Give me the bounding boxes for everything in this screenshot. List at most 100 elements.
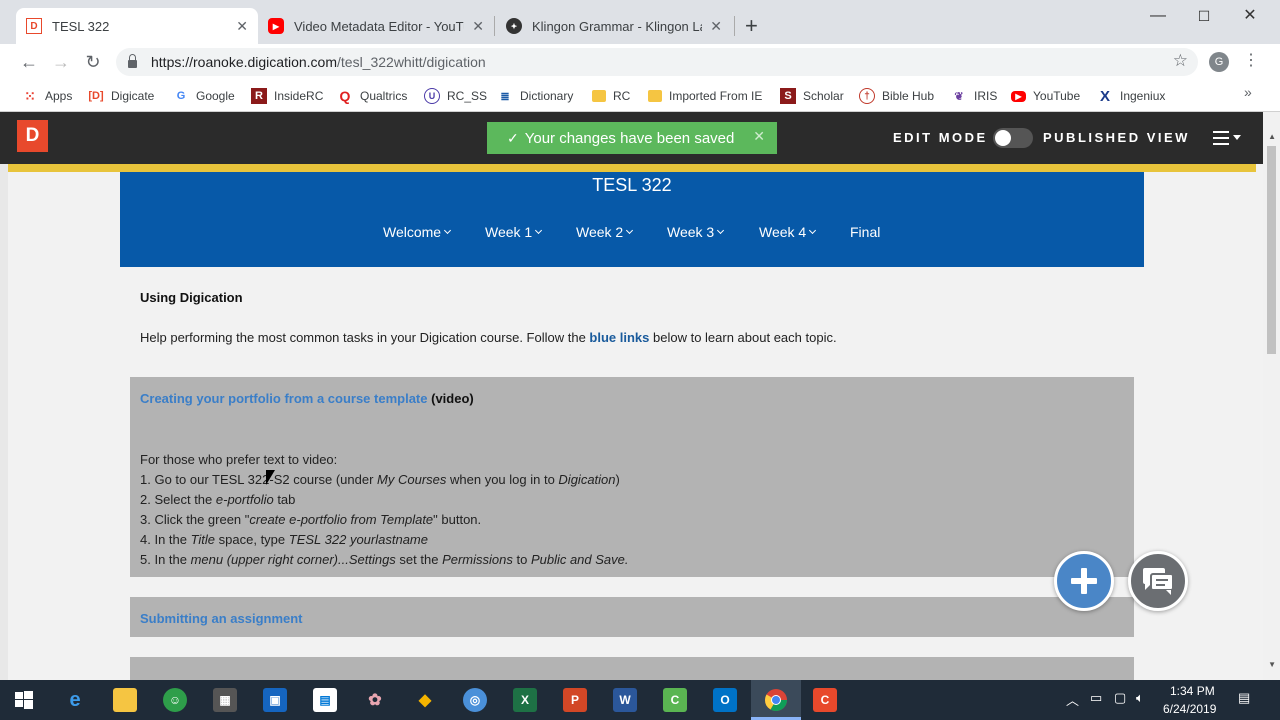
- windows-taskbar: e ☺ ▦ ▣ ▤ ✿ ◆ ◎ X P W C O C ︿ ▭ ▢ 🔈︎ 1:3…: [0, 680, 1280, 720]
- bookmark-bible-hub[interactable]: † Bible Hub: [859, 86, 934, 106]
- tab-title: TESL 322: [52, 18, 110, 34]
- app-icon[interactable]: ◆: [413, 688, 437, 712]
- chevron-down-icon: [444, 226, 452, 234]
- calculator-icon[interactable]: ▦: [213, 688, 237, 712]
- nav-welcome[interactable]: Welcome: [383, 224, 452, 240]
- folder-icon: [648, 90, 662, 102]
- powerpoint-icon[interactable]: P: [563, 688, 587, 712]
- bookmark-insiderc[interactable]: R InsideRC: [251, 86, 323, 106]
- bookmark-imported-from-ie[interactable]: Imported From IE: [648, 86, 762, 106]
- bookmark-rc-folder[interactable]: RC: [592, 86, 630, 106]
- klingon-icon: ✦: [506, 18, 522, 34]
- close-tab-icon[interactable]: ✕: [236, 18, 248, 35]
- step-3: 3. Click the green "create e-portfolio f…: [140, 512, 482, 527]
- bookmark-scholar[interactable]: S Scholar: [780, 86, 844, 106]
- more-bookmarks-icon[interactable]: »: [1244, 84, 1252, 100]
- nav-week-3[interactable]: Week 3: [667, 224, 725, 240]
- store-icon[interactable]: ▤: [313, 688, 337, 712]
- bookmark-rc-ss[interactable]: U RC_SS: [424, 86, 487, 106]
- hamburger-menu-icon[interactable]: [1213, 128, 1243, 148]
- word-icon[interactable]: W: [613, 688, 637, 712]
- close-tab-icon[interactable]: ✕: [710, 18, 722, 35]
- nav-week-1[interactable]: Week 1: [485, 224, 543, 240]
- profile-avatar[interactable]: G: [1209, 52, 1229, 72]
- camtasia-recorder-icon[interactable]: C: [813, 688, 837, 712]
- outlook-icon[interactable]: O: [713, 688, 737, 712]
- chrome-menu-icon[interactable]: ⋮: [1243, 50, 1259, 70]
- create-portfolio-link[interactable]: Creating your portfolio from a course te…: [140, 391, 428, 406]
- page-scrollbar[interactable]: ▲ ▼: [1263, 112, 1280, 680]
- tab-video-metadata-editor[interactable]: ▶ Video Metadata Editor - YouTube ✕: [258, 8, 494, 44]
- bookmark-apps[interactable]: ⁙ Apps: [22, 86, 72, 106]
- mode-toggle[interactable]: [993, 128, 1033, 148]
- nav-final[interactable]: Final: [850, 224, 880, 240]
- paint-icon[interactable]: ✿: [363, 688, 387, 712]
- excel-icon[interactable]: X: [513, 688, 537, 712]
- bookmark-label: IRIS: [974, 89, 998, 103]
- camtasia-icon[interactable]: C: [663, 688, 687, 712]
- nav-label: Week 1: [485, 224, 533, 240]
- bookmark-label: Digicate: [111, 89, 155, 103]
- bookmark-star-icon[interactable]: ☆: [1173, 51, 1188, 71]
- clock-date[interactable]: 6/24/2019: [1163, 702, 1216, 716]
- bookmark-google[interactable]: G Google: [173, 86, 235, 106]
- bookmark-ingeniux[interactable]: X Ingeniux: [1097, 86, 1165, 106]
- bookmark-label: Google: [196, 89, 235, 103]
- clock-time[interactable]: 1:34 PM: [1170, 684, 1215, 698]
- submit-assignment-link[interactable]: Submitting an assignment: [140, 611, 303, 626]
- file-explorer-icon[interactable]: [113, 688, 137, 712]
- published-view-label[interactable]: PUBLISHED VIEW: [1043, 130, 1190, 145]
- scroll-thumb[interactable]: [1267, 146, 1276, 354]
- bookmark-label: Apps: [45, 89, 73, 103]
- close-tab-icon[interactable]: ✕: [472, 18, 484, 35]
- tab-klingon-grammar[interactable]: ✦ Klingon Grammar - Klingon Lang ✕: [496, 8, 732, 44]
- digication-logo[interactable]: D: [17, 120, 48, 152]
- screenshot-app-icon[interactable]: ▣: [263, 688, 287, 712]
- bookmark-youtube[interactable]: ▶ YouTube: [1011, 86, 1080, 106]
- scroll-up-icon[interactable]: ▲: [1268, 132, 1276, 141]
- nav-week-4[interactable]: Week 4: [759, 224, 817, 240]
- scroll-down-icon[interactable]: ▼: [1268, 660, 1276, 669]
- step-2: 2. Select the e-portfolio tab: [140, 492, 296, 507]
- instruction-steps: For those who prefer text to video: 1. G…: [140, 450, 629, 570]
- bookmark-dictionary[interactable]: ≣ Dictionary: [497, 86, 573, 106]
- minimize-icon[interactable]: —: [1135, 4, 1181, 28]
- edit-mode-label[interactable]: EDIT MODE: [893, 130, 988, 145]
- bookmarks-bar: ⁙ Apps [D] Digicate G Google R InsideRC Q Qua…: [0, 80, 1280, 112]
- volume-icon[interactable]: 🔈︎: [1136, 690, 1144, 706]
- edge-icon[interactable]: e: [63, 688, 87, 712]
- nav-week-2[interactable]: Week 2: [576, 224, 634, 240]
- chat-button[interactable]: [1128, 551, 1188, 611]
- tray-chevron-icon[interactable]: ︿: [1066, 690, 1079, 709]
- youtube-icon: ▶: [268, 18, 284, 34]
- ingeniux-icon: X: [1099, 87, 1110, 105]
- maximize-icon[interactable]: ☐: [1181, 4, 1227, 28]
- windows-start-icon[interactable]: [12, 688, 36, 712]
- video-suffix: (video): [427, 391, 474, 406]
- xbox-icon[interactable]: ☺: [163, 688, 187, 712]
- insiderc-icon: R: [251, 88, 267, 104]
- bookmark-iris[interactable]: ❦ IRIS: [951, 86, 997, 106]
- new-tab-icon[interactable]: +: [745, 12, 758, 40]
- blue-links-text: blue links: [589, 330, 650, 345]
- bookmark-label: Dictionary: [520, 89, 574, 103]
- intro-text-part: Help performing the most common tasks in…: [140, 330, 590, 345]
- bible-hub-icon: †: [859, 88, 875, 104]
- globe-icon[interactable]: ◎: [463, 688, 487, 712]
- forward-icon[interactable]: →: [49, 50, 73, 74]
- battery-icon[interactable]: ▭: [1090, 690, 1102, 706]
- chevron-down-icon: [717, 226, 725, 234]
- close-notification-icon[interactable]: ✕: [753, 128, 765, 145]
- address-bar[interactable]: https://roanoke.digication.com/tesl_322w…: [116, 48, 1198, 76]
- back-icon[interactable]: ←: [17, 50, 41, 74]
- bookmark-digicate[interactable]: [D] Digicate: [88, 86, 154, 106]
- reload-icon[interactable]: ↻: [81, 50, 105, 74]
- window-close-icon[interactable]: ✕: [1227, 4, 1273, 28]
- network-icon[interactable]: ▢: [1114, 690, 1126, 706]
- bookmark-qualtrics[interactable]: Q Qualtrics: [337, 86, 408, 106]
- tab-tesl-322[interactable]: D TESL 322 ✕: [16, 8, 258, 44]
- bookmark-label: Ingeniux: [1120, 89, 1166, 103]
- chrome-icon[interactable]: [764, 688, 788, 712]
- add-content-button[interactable]: [1054, 551, 1114, 611]
- notifications-icon[interactable]: ▤: [1238, 690, 1250, 706]
